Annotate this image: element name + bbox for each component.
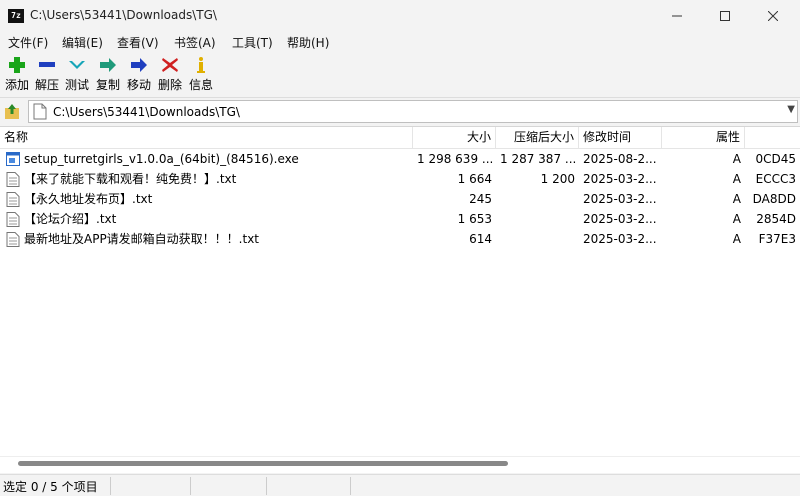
file-crc: DA8DD [752,192,796,206]
column-header-crc[interactable] [745,127,800,149]
add-icon [9,57,25,73]
file-crc: F37E3 [758,232,796,246]
file-name: 最新地址及APP请发邮箱自动获取！！！.txt [24,232,260,246]
menu-help[interactable]: 帮助(H) [287,34,329,51]
toolbar: 添加 解压 测试 复制 移动 删除 信息 [0,52,800,98]
menu-bookmarks[interactable]: 书签(A) [174,34,216,51]
move-label: 移动 [126,78,151,92]
up-folder-icon [5,104,19,119]
menu-file[interactable]: 文件(F) [8,34,48,51]
move-button[interactable]: 移动 [124,56,154,96]
status-divider [190,477,191,495]
file-attributes: A [732,232,741,246]
file-packed-size [496,229,579,249]
file-attributes: A [732,152,741,166]
copy-label: 复制 [95,78,120,92]
minimize-icon [672,15,682,17]
test-icon [69,61,85,69]
extract-button[interactable]: 解压 [32,56,62,96]
file-name: 【来了就能下载和观看！纯免费！】.txt [24,172,237,186]
app-7zip-icon: 7z [8,9,24,23]
file-attributes: A [732,212,741,226]
table-row[interactable]: 【来了就能下载和观看！纯免费！】.txt 1 664 1 200 2025-03… [0,169,800,189]
file-packed-size [496,189,579,209]
close-button[interactable] [750,0,796,32]
file-size: 245 [469,192,492,206]
maximize-button[interactable] [702,0,748,32]
file-size: 1 653 [457,212,492,226]
column-header-packed-size[interactable]: 压缩后大小 [496,127,579,149]
address-bar: C:\Users\53441\Downloads\TG\ ▼ [0,99,800,125]
file-crc: 2854D [756,212,796,226]
add-button[interactable]: 添加 [2,56,32,96]
file-packed-size [496,209,579,229]
file-attributes: A [732,172,741,186]
file-size: 1 298 639 ... [417,152,494,166]
menu-tools[interactable]: 工具(T) [232,34,273,51]
status-divider [266,477,267,495]
delete-button[interactable]: 删除 [155,56,185,96]
close-icon [767,10,779,22]
column-header-size[interactable]: 大小 [413,127,496,149]
file-modified: 2025-08-2... [583,152,657,166]
column-header-modified[interactable]: 修改时间 [579,127,662,149]
add-label: 添加 [4,78,29,92]
file-modified: 2025-03-2... [583,192,657,206]
copy-icon [100,58,116,72]
title-bar: 7z C:\Users\53441\Downloads\TG\ [0,0,800,32]
minimize-button[interactable] [654,0,700,32]
extract-label: 解压 [34,78,59,92]
file-name: 【永久地址发布页】.txt [24,192,153,206]
file-packed-size: 1 287 387 ... [500,152,577,166]
test-button[interactable]: 测试 [62,56,92,96]
file-list: 名称 大小 压缩后大小 修改时间 属性 setup_turretgirls_v1… [0,126,800,456]
test-label: 测试 [64,78,89,92]
copy-button[interactable]: 复制 [93,56,123,96]
delete-icon [162,58,178,72]
file-size: 614 [469,232,492,246]
info-button[interactable]: 信息 [186,56,216,96]
file-packed-size: 1 200 [540,172,575,186]
file-modified: 2025-03-2... [583,232,657,246]
move-icon [131,58,147,72]
info-label: 信息 [188,78,213,92]
menu-edit[interactable]: 编辑(E) [62,34,103,51]
file-attributes: A [732,192,741,206]
table-row[interactable]: 最新地址及APP请发邮箱自动获取！！！.txt 614 2025-03-2...… [0,229,800,249]
chevron-down-icon[interactable]: ▼ [787,104,795,115]
folder-path-icon [33,103,47,120]
table-row[interactable]: 【永久地址发布页】.txt 245 2025-03-2... A DA8DD [0,189,800,209]
horizontal-scrollbar[interactable] [0,456,800,473]
file-modified: 2025-03-2... [583,212,657,226]
scrollbar-thumb[interactable] [18,461,508,466]
file-name: setup_turretgirls_v1.0.0a_(64bit)_(84516… [24,152,299,166]
table-row[interactable]: setup_turretgirls_v1.0.0a_(64bit)_(84516… [0,149,800,169]
file-name: 【论坛介绍】.txt [24,212,117,226]
maximize-icon [720,11,730,21]
extract-icon [39,62,55,67]
status-divider [110,477,111,495]
column-header-attributes[interactable]: 属性 [662,127,745,149]
status-text: 选定 0 / 5 个项目 [3,480,98,494]
delete-label: 删除 [157,78,182,92]
info-icon [197,57,205,73]
file-modified: 2025-03-2... [583,172,657,186]
file-crc: 0CD45 [755,152,796,166]
up-folder-button[interactable] [2,102,22,122]
column-header-name[interactable]: 名称 [0,127,413,149]
file-crc: ECCC3 [755,172,796,186]
window-title: C:\Users\53441\Downloads\TG\ [30,8,217,22]
address-field[interactable]: C:\Users\53441\Downloads\TG\ ▼ [28,100,798,123]
address-text: C:\Users\53441\Downloads\TG\ [53,105,240,119]
file-size: 1 664 [457,172,492,186]
status-divider [350,477,351,495]
menu-bar: 文件(F) 编辑(E) 查看(V) 书签(A) 工具(T) 帮助(H) [0,32,800,52]
menu-view[interactable]: 查看(V) [117,34,159,51]
list-header: 名称 大小 压缩后大小 修改时间 属性 [0,127,800,149]
status-bar: 选定 0 / 5 个项目 [0,474,800,496]
table-row[interactable]: 【论坛介绍】.txt 1 653 2025-03-2... A 2854D [0,209,800,229]
